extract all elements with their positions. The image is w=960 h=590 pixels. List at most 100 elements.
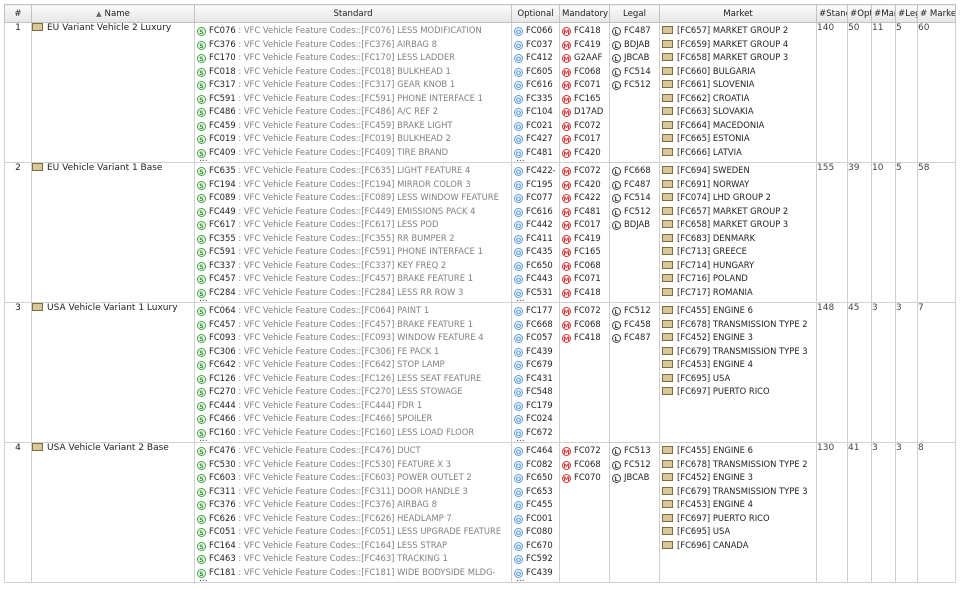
standard-item[interactable]: S FC076 : VFC Vehicle Feature Codes::[FC0… bbox=[197, 24, 511, 38]
legal-item[interactable]: L JBCAB bbox=[612, 51, 659, 65]
standard-item[interactable]: S FC126 : VFC Vehicle Feature Codes::[FC1… bbox=[197, 372, 511, 386]
legal-item[interactable]: L FC512 bbox=[612, 458, 659, 472]
market-item[interactable]: [FC696] CANADA bbox=[662, 539, 816, 553]
market-item[interactable]: [FC666] LATVIA bbox=[662, 146, 816, 160]
optional-cell[interactable]: O FC066 O FC037 O FC412 O FC605 O FC616 O FC335 O FC1… bbox=[511, 22, 560, 163]
market-item[interactable]: [FC453] ENGINE 4 bbox=[662, 358, 816, 372]
optional-item[interactable]: O FC195 bbox=[514, 178, 559, 192]
optional-item[interactable]: O FC411 bbox=[514, 232, 559, 246]
market-item[interactable]: [FC691] NORWAY bbox=[662, 178, 816, 192]
market-item[interactable]: [FC663] SLOVAKIA bbox=[662, 105, 816, 119]
variant-name-cell[interactable]: EU Variant Vehicle 2 Luxury bbox=[31, 22, 195, 163]
optional-item[interactable]: O FC077 bbox=[514, 191, 559, 205]
optional-item[interactable]: O FC021 bbox=[514, 119, 559, 133]
legal-item[interactable]: L FC458 bbox=[612, 318, 659, 332]
mandatory-item[interactable]: M FC068 bbox=[562, 65, 609, 79]
standard-item[interactable]: S FC317 : VFC Vehicle Feature Codes::[FC3… bbox=[197, 78, 511, 92]
mandatory-cell[interactable]: M FC072 M FC068 M FC418 bbox=[559, 302, 610, 443]
optional-item[interactable]: O FC653 bbox=[514, 485, 559, 499]
mandatory-item[interactable]: M FC481 bbox=[562, 205, 609, 219]
legal-item[interactable]: L BDJAB bbox=[612, 218, 659, 232]
variant-name-cell[interactable]: USA Vehicle Variant 2 Base bbox=[31, 442, 195, 583]
variant-name-cell[interactable]: EU Vehicle Variant 1 Base bbox=[31, 162, 195, 303]
column-header-market-count[interactable]: # Market bbox=[917, 4, 956, 23]
mandatory-item[interactable]: M FC418 bbox=[562, 24, 609, 38]
market-item[interactable]: [FC657] MARKET GROUP 2 bbox=[662, 205, 816, 219]
legal-cell[interactable]: L FC668 L FC487 L FC514 L FC512 L BDJAB bbox=[609, 162, 660, 303]
column-header-legal[interactable]: Legal bbox=[609, 4, 660, 23]
standard-item[interactable]: S FC311 : VFC Vehicle Feature Codes::[FC3… bbox=[197, 485, 511, 499]
optional-item[interactable]: O FC179 bbox=[514, 399, 559, 413]
standard-item[interactable]: S FC642 : VFC Vehicle Feature Codes::[FC6… bbox=[197, 358, 511, 372]
legal-item[interactable]: L FC668 bbox=[612, 164, 659, 178]
optional-item[interactable]: O FC455 bbox=[514, 498, 559, 512]
more-items-indicator[interactable]: ... bbox=[516, 155, 525, 162]
table-row[interactable]: 1 EU Variant Vehicle 2 Luxury S FC076 : VFC… bbox=[4, 22, 956, 163]
standard-item[interactable]: S FC617 : VFC Vehicle Feature Codes::[FC6… bbox=[197, 218, 511, 232]
mandatory-item[interactable]: M FC420 bbox=[562, 178, 609, 192]
market-item[interactable]: [FC697] PUERTO RICO bbox=[662, 385, 816, 399]
legal-item[interactable]: L JBCAB bbox=[612, 471, 659, 485]
optional-item[interactable]: O FC412 bbox=[514, 51, 559, 65]
market-item[interactable]: [FC657] MARKET GROUP 2 bbox=[662, 24, 816, 38]
market-item[interactable]: [FC717] ROMANIA bbox=[662, 286, 816, 300]
column-header-mandatory[interactable]: Mandatory bbox=[559, 4, 610, 23]
optional-item[interactable]: O FC442 bbox=[514, 218, 559, 232]
column-header-index[interactable]: # bbox=[4, 4, 32, 23]
optional-item[interactable]: O FC082 bbox=[514, 458, 559, 472]
standard-item[interactable]: S FC284 : VFC Vehicle Feature Codes::[FC2… bbox=[197, 286, 511, 300]
market-item[interactable]: [FC678] TRANSMISSION TYPE 2 bbox=[662, 318, 816, 332]
standard-item[interactable]: S FC459 : VFC Vehicle Feature Codes::[FC4… bbox=[197, 119, 511, 133]
optional-item[interactable]: O FC464 bbox=[514, 444, 559, 458]
standard-item[interactable]: S FC164 : VFC Vehicle Feature Codes::[FC1… bbox=[197, 539, 511, 553]
market-cell[interactable]: [FC455] ENGINE 6 [FC678] TRANSMISSION TYP… bbox=[659, 302, 817, 443]
standard-cell[interactable]: S FC064 : VFC Vehicle Feature Codes::[FC0… bbox=[194, 302, 512, 443]
market-item[interactable]: [FC452] ENGINE 3 bbox=[662, 331, 816, 345]
standard-item[interactable]: S FC019 : VFC Vehicle Feature Codes::[FC0… bbox=[197, 132, 511, 146]
optional-item[interactable]: O FC037 bbox=[514, 38, 559, 52]
market-item[interactable]: [FC455] ENGINE 6 bbox=[662, 444, 816, 458]
optional-item[interactable]: O FC616 bbox=[514, 205, 559, 219]
standard-item[interactable]: S FC591 : VFC Vehicle Feature Codes::[FC5… bbox=[197, 92, 511, 106]
standard-cell[interactable]: S FC076 : VFC Vehicle Feature Codes::[FC0… bbox=[194, 22, 512, 163]
market-cell[interactable]: [FC455] ENGINE 6 [FC678] TRANSMISSION TYP… bbox=[659, 442, 817, 583]
mandatory-item[interactable]: M FC071 bbox=[562, 272, 609, 286]
standard-item[interactable]: S FC355 : VFC Vehicle Feature Codes::[FC3… bbox=[197, 232, 511, 246]
standard-item[interactable]: S FC530 : VFC Vehicle Feature Codes::[FC5… bbox=[197, 458, 511, 472]
mandatory-item[interactable]: M FC070 bbox=[562, 471, 609, 485]
legal-item[interactable]: L BDJAB bbox=[612, 38, 659, 52]
market-item[interactable]: [FC455] ENGINE 6 bbox=[662, 304, 816, 318]
standard-item[interactable]: S FC376 : VFC Vehicle Feature Codes::[FC3… bbox=[197, 38, 511, 52]
market-item[interactable]: [FC665] ESTONIA bbox=[662, 132, 816, 146]
optional-item[interactable]: O FC024 bbox=[514, 412, 559, 426]
standard-cell[interactable]: S FC635 : VFC Vehicle Feature Codes::[FC6… bbox=[194, 162, 512, 303]
standard-item[interactable]: S FC337 : VFC Vehicle Feature Codes::[FC3… bbox=[197, 259, 511, 273]
market-item[interactable]: [FC661] SLOVENIA bbox=[662, 78, 816, 92]
mandatory-item[interactable]: M G2AAF bbox=[562, 51, 609, 65]
mandatory-item[interactable]: M FC017 bbox=[562, 218, 609, 232]
market-item[interactable]: [FC679] TRANSMISSION TYPE 3 bbox=[662, 345, 816, 359]
table-row[interactable]: 2 EU Vehicle Variant 1 Base S FC635 : VFC V… bbox=[4, 162, 956, 303]
optional-item[interactable]: O FC650 bbox=[514, 471, 559, 485]
column-header-legal-count[interactable]: #Leg bbox=[895, 4, 918, 23]
legal-item[interactable]: L FC514 bbox=[612, 191, 659, 205]
table-row[interactable]: 3 USA Vehicle Variant 1 Luxury S FC064 : VF… bbox=[4, 302, 956, 443]
optional-item[interactable]: O FC616 bbox=[514, 78, 559, 92]
legal-cell[interactable]: L FC512 L FC458 L FC487 bbox=[609, 302, 660, 443]
standard-item[interactable]: S FC626 : VFC Vehicle Feature Codes::[FC6… bbox=[197, 512, 511, 526]
market-cell[interactable]: [FC657] MARKET GROUP 2 [FC659] MARKET GRO… bbox=[659, 22, 817, 163]
optional-item[interactable]: O FC080 bbox=[514, 525, 559, 539]
market-item[interactable]: [FC678] TRANSMISSION TYPE 2 bbox=[662, 458, 816, 472]
optional-item[interactable]: O FC548 bbox=[514, 385, 559, 399]
standard-item[interactable]: S FC409 : VFC Vehicle Feature Codes::[FC4… bbox=[197, 146, 511, 160]
standard-item[interactable]: S FC463 : VFC Vehicle Feature Codes::[FC4… bbox=[197, 552, 511, 566]
optional-item[interactable]: O FC422- bbox=[514, 164, 559, 178]
optional-item[interactable]: O FC650 bbox=[514, 259, 559, 273]
column-header-optional-count[interactable]: #Opti bbox=[847, 4, 872, 23]
market-cell[interactable]: [FC694] SWEDEN [FC691] NORWAY [FC074] LHD … bbox=[659, 162, 817, 303]
optional-item[interactable]: O FC679 bbox=[514, 358, 559, 372]
mandatory-item[interactable]: M FC422 bbox=[562, 191, 609, 205]
optional-item[interactable]: O FC431 bbox=[514, 372, 559, 386]
column-header-standard-count[interactable]: #Stand bbox=[816, 4, 848, 23]
mandatory-item[interactable]: M FC165 bbox=[562, 92, 609, 106]
